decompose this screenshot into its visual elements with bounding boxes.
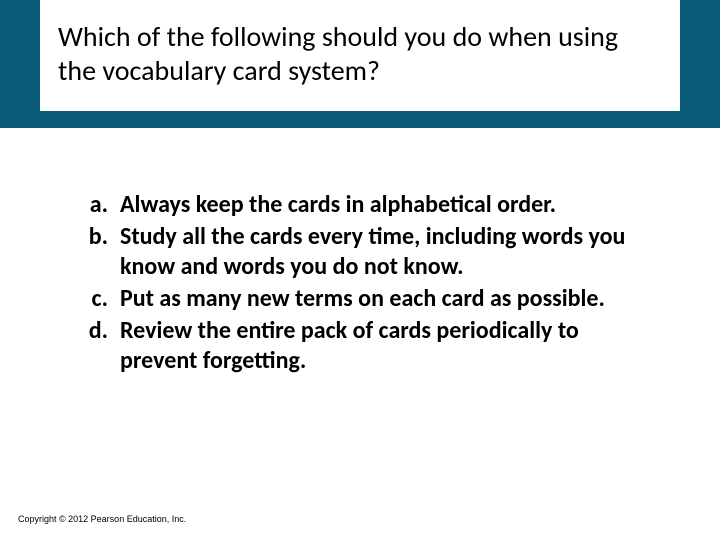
answer-letter: c.	[80, 284, 120, 314]
question-box: Which of the following should you do whe…	[40, 0, 680, 111]
answer-text: Put as many new terms on each card as po…	[120, 284, 660, 314]
answer-option: d. Review the entire pack of cards perio…	[80, 316, 660, 376]
answer-list: a. Always keep the cards in alphabetical…	[80, 190, 660, 378]
answer-text: Always keep the cards in alphabetical or…	[120, 190, 660, 220]
answer-option: a. Always keep the cards in alphabetical…	[80, 190, 660, 220]
answer-letter: d.	[80, 316, 120, 376]
answer-option: b. Study all the cards every time, inclu…	[80, 222, 660, 282]
answer-option: c. Put as many new terms on each card as…	[80, 284, 660, 314]
answer-letter: b.	[80, 222, 120, 282]
copyright-notice: Copyright © 2012 Pearson Education, Inc.	[18, 514, 186, 524]
answer-text: Study all the cards every time, includin…	[120, 222, 660, 282]
answer-text: Review the entire pack of cards periodic…	[120, 316, 660, 376]
header-band: Which of the following should you do whe…	[0, 0, 720, 128]
answer-letter: a.	[80, 190, 120, 220]
question-text: Which of the following should you do whe…	[58, 20, 662, 87]
